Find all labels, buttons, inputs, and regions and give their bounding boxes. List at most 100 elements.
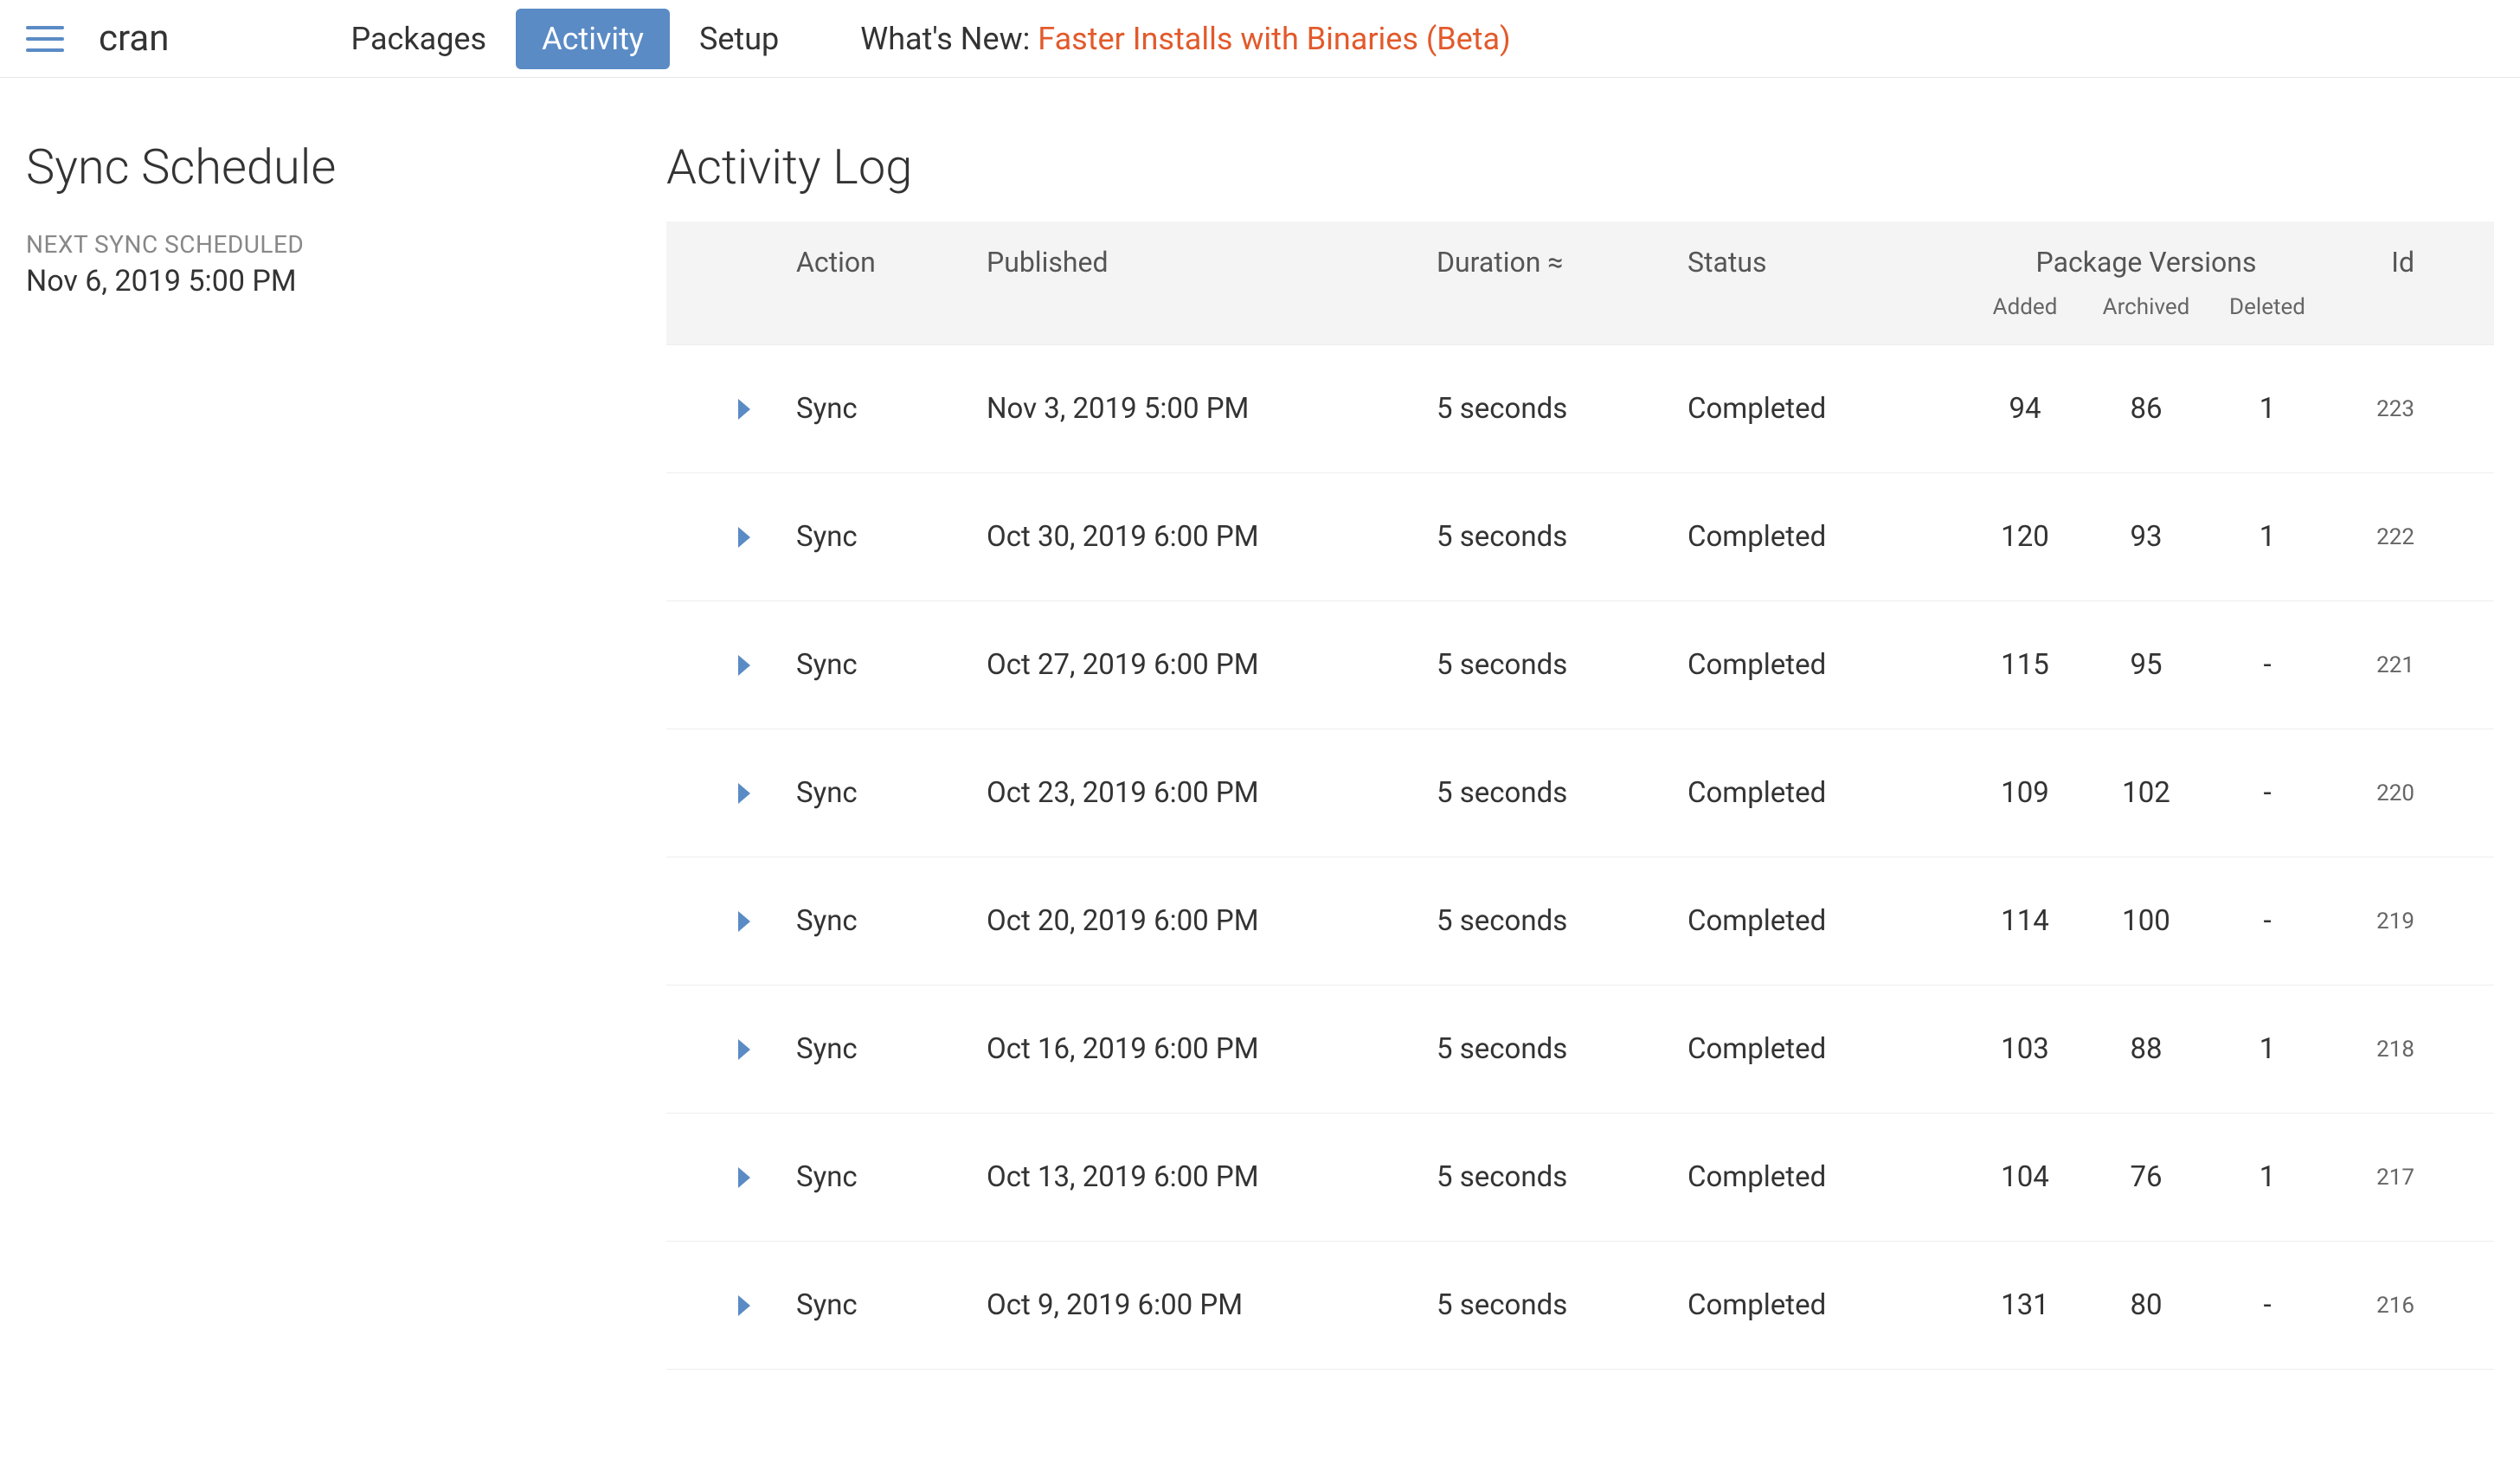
cell-id: 221: [2328, 652, 2414, 678]
activity-table: Action Published Duration ≈ Status Packa…: [666, 222, 2494, 1370]
expand-icon[interactable]: [738, 655, 750, 676]
cell-archived: 86: [2086, 392, 2207, 426]
cell-added: 114: [1964, 904, 2086, 938]
cell-added: 103: [1964, 1032, 2086, 1066]
table-row[interactable]: SyncOct 16, 2019 6:00 PM5 secondsComplet…: [666, 986, 2494, 1114]
table-row[interactable]: SyncOct 23, 2019 6:00 PM5 secondsComplet…: [666, 729, 2494, 857]
cell-id: 219: [2328, 909, 2414, 934]
table-row[interactable]: SyncOct 13, 2019 6:00 PM5 secondsComplet…: [666, 1114, 2494, 1242]
cell-status: Completed: [1688, 1288, 1964, 1322]
table-row[interactable]: SyncNov 3, 2019 5:00 PM5 secondsComplete…: [666, 344, 2494, 473]
cell-action: Sync: [796, 1160, 987, 1194]
cell-published: Oct 9, 2019 6:00 PM: [987, 1288, 1437, 1322]
cell-added: 131: [1964, 1288, 2086, 1322]
menu-icon[interactable]: [26, 26, 64, 52]
sync-schedule-title: Sync Schedule: [26, 138, 666, 196]
cell-archived: 100: [2086, 904, 2207, 938]
cell-action: Sync: [796, 776, 987, 810]
col-pv-label: Package Versions: [2036, 246, 2257, 279]
whats-new: What's New: Faster Installs with Binarie…: [860, 21, 1510, 57]
cell-action: Sync: [796, 904, 987, 938]
tab-packages[interactable]: Packages: [325, 9, 512, 69]
next-sync-label: NEXT SYNC SCHEDULED: [26, 230, 666, 259]
cell-id: 220: [2328, 780, 2414, 806]
table-header: Action Published Duration ≈ Status Packa…: [666, 222, 2494, 344]
cell-published: Oct 23, 2019 6:00 PM: [987, 776, 1437, 810]
cell-id: 222: [2328, 524, 2414, 550]
cell-added: 109: [1964, 776, 2086, 810]
col-package-versions: Package Versions Added Archived Deleted: [1964, 246, 2328, 320]
cell-duration: 5 seconds: [1437, 392, 1688, 426]
cell-duration: 5 seconds: [1437, 1288, 1688, 1322]
cell-id: 223: [2328, 396, 2414, 422]
whats-new-label: What's New:: [860, 21, 1038, 57]
col-status: Status: [1688, 246, 1964, 279]
cell-deleted: -: [2207, 648, 2328, 682]
cell-duration: 5 seconds: [1437, 1032, 1688, 1066]
cell-duration: 5 seconds: [1437, 648, 1688, 682]
cell-published: Oct 20, 2019 6:00 PM: [987, 904, 1437, 938]
cell-status: Completed: [1688, 520, 1964, 554]
expand-icon[interactable]: [738, 399, 750, 420]
cell-added: 94: [1964, 392, 2086, 426]
activity-log-panel: Activity Log Action Published Duration ≈…: [666, 138, 2494, 1370]
cell-action: Sync: [796, 1288, 987, 1322]
expand-icon[interactable]: [738, 527, 750, 548]
cell-deleted: 1: [2207, 1032, 2328, 1066]
cell-status: Completed: [1688, 776, 1964, 810]
expand-icon[interactable]: [738, 1167, 750, 1188]
cell-deleted: -: [2207, 904, 2328, 938]
topbar: cran Packages Activity Setup What's New:…: [0, 0, 2520, 78]
col-added: Added: [1964, 294, 2086, 320]
cell-deleted: 1: [2207, 1160, 2328, 1194]
cell-published: Oct 30, 2019 6:00 PM: [987, 520, 1437, 554]
cell-status: Completed: [1688, 648, 1964, 682]
table-row[interactable]: SyncOct 27, 2019 6:00 PM5 secondsComplet…: [666, 601, 2494, 729]
cell-deleted: 1: [2207, 520, 2328, 554]
cell-duration: 5 seconds: [1437, 520, 1688, 554]
cell-archived: 88: [2086, 1032, 2207, 1066]
col-published: Published: [987, 246, 1437, 279]
tab-activity[interactable]: Activity: [516, 9, 670, 69]
table-row[interactable]: SyncOct 9, 2019 6:00 PM5 secondsComplete…: [666, 1242, 2494, 1370]
cell-added: 104: [1964, 1160, 2086, 1194]
cell-duration: 5 seconds: [1437, 1160, 1688, 1194]
cell-action: Sync: [796, 392, 987, 426]
cell-archived: 102: [2086, 776, 2207, 810]
cell-published: Oct 16, 2019 6:00 PM: [987, 1032, 1437, 1066]
expand-icon[interactable]: [738, 783, 750, 804]
tab-setup[interactable]: Setup: [673, 9, 805, 69]
whats-new-link[interactable]: Faster Installs with Binaries (Beta): [1038, 21, 1510, 57]
nav-tabs: Packages Activity Setup: [325, 0, 808, 77]
cell-archived: 76: [2086, 1160, 2207, 1194]
col-id: Id: [2328, 246, 2414, 279]
table-row[interactable]: SyncOct 30, 2019 6:00 PM5 secondsComplet…: [666, 473, 2494, 601]
sync-schedule-panel: Sync Schedule NEXT SYNC SCHEDULED Nov 6,…: [26, 138, 666, 1370]
cell-duration: 5 seconds: [1437, 904, 1688, 938]
cell-published: Oct 13, 2019 6:00 PM: [987, 1160, 1437, 1194]
col-action: Action: [796, 246, 987, 279]
source-name: cran: [99, 17, 169, 60]
expand-icon[interactable]: [738, 1295, 750, 1316]
cell-added: 115: [1964, 648, 2086, 682]
cell-published: Nov 3, 2019 5:00 PM: [987, 392, 1437, 426]
col-archived: Archived: [2086, 294, 2207, 320]
activity-log-title: Activity Log: [666, 138, 2494, 196]
cell-action: Sync: [796, 520, 987, 554]
cell-added: 120: [1964, 520, 2086, 554]
table-body: SyncNov 3, 2019 5:00 PM5 secondsComplete…: [666, 344, 2494, 1370]
expand-icon[interactable]: [738, 911, 750, 932]
col-deleted: Deleted: [2207, 294, 2328, 320]
cell-status: Completed: [1688, 392, 1964, 426]
cell-archived: 93: [2086, 520, 2207, 554]
cell-deleted: 1: [2207, 392, 2328, 426]
cell-status: Completed: [1688, 904, 1964, 938]
cell-deleted: -: [2207, 776, 2328, 810]
col-duration: Duration ≈: [1437, 246, 1688, 279]
cell-id: 217: [2328, 1165, 2414, 1191]
cell-duration: 5 seconds: [1437, 776, 1688, 810]
cell-action: Sync: [796, 1032, 987, 1066]
table-row[interactable]: SyncOct 20, 2019 6:00 PM5 secondsComplet…: [666, 857, 2494, 986]
next-sync-time: Nov 6, 2019 5:00 PM: [26, 264, 666, 299]
expand-icon[interactable]: [738, 1039, 750, 1060]
